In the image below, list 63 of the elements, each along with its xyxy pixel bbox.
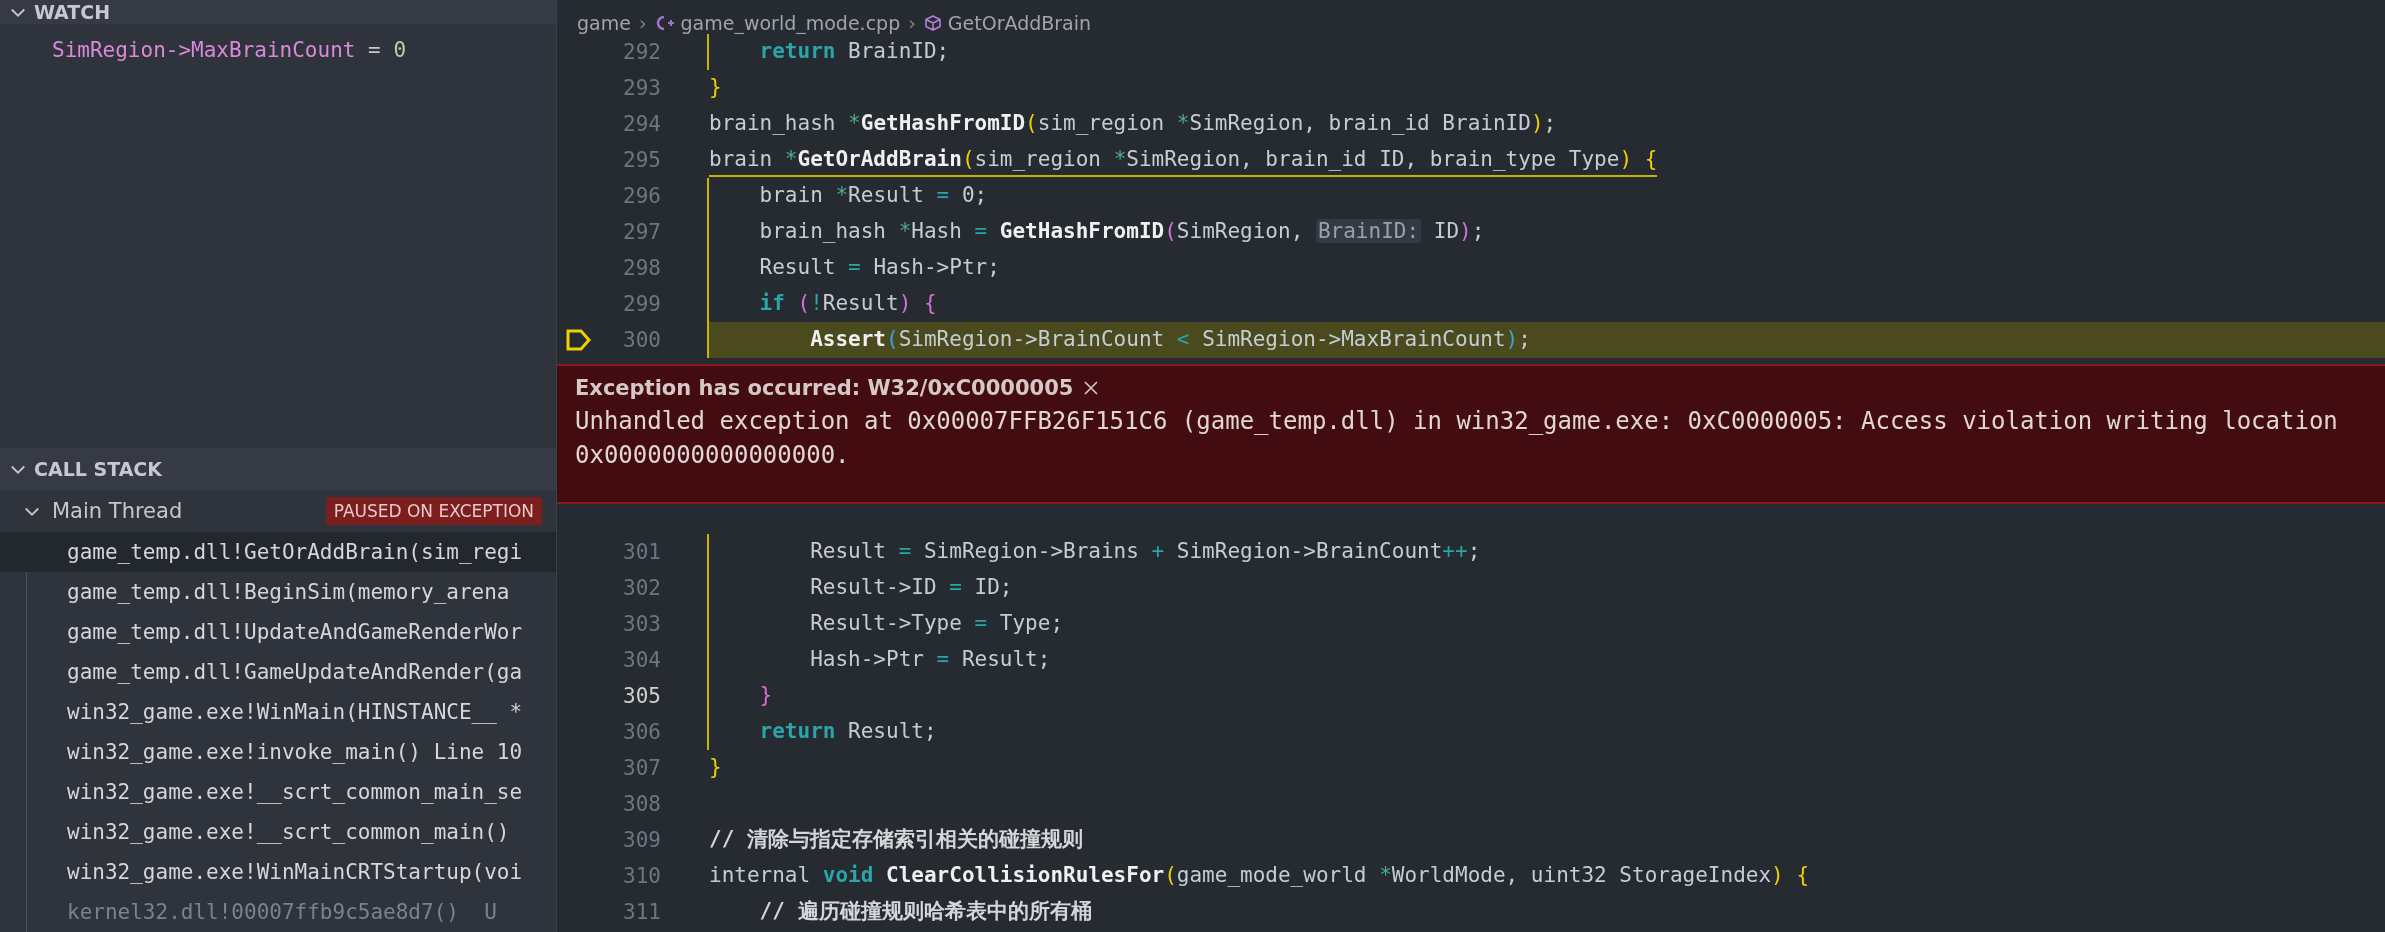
line-number: 307 [622, 755, 661, 782]
exception-message: Unhandled exception at 0x00007FFB26F151C6 (game_temp.dll) in win32_game.exe: 0xC0000005: Access violation writing location 0x0000000000000000. [575, 406, 2339, 471]
line-number: 297 [622, 219, 661, 246]
code-line: } [708, 754, 723, 781]
code-line: brain_hash *GetHashFromID(sim_region *SimRegion, brain_id BrainID); [708, 110, 1558, 137]
line-number: 306 [622, 719, 661, 746]
stack-frame[interactable]: game_temp.dll!UpdateAndGameRenderWor [27, 612, 556, 652]
section-title: WATCH [34, 1, 111, 23]
section-header[interactable]: CALL STACK [0, 448, 556, 490]
breadcrumb[interactable]: GetOrAddBrain [947, 12, 1092, 34]
code-line: brain *Result = 0; [707, 178, 2385, 214]
line-number: 296 [622, 183, 661, 210]
stack-frame[interactable]: game_temp.dll!GetOrAddBrain(sim_regi [0, 532, 556, 572]
line-number: 302 [622, 575, 661, 602]
section-title: CALL STACK [34, 458, 163, 480]
line-number: 309 [622, 827, 661, 854]
line-number: 310 [622, 863, 661, 890]
line-number: 311 [622, 899, 661, 926]
code-line: } [708, 74, 723, 101]
code-line: Hash->Ptr = Result; [707, 642, 2385, 678]
close-icon[interactable] [1083, 380, 1100, 396]
code-line: internal void ClearCollisionRulesFor(game_mode_world *WorldMode, uint32 StorageIndex) { [708, 862, 1811, 889]
code-line: Result->ID = ID; [707, 570, 2385, 606]
line-number: 300 [622, 327, 661, 354]
code-line: return Result; [707, 714, 2385, 750]
stack-frame[interactable]: win32_game.exe!__scrt_common_main() [27, 812, 556, 852]
code-line: brain *GetOrAddBrain(sim_region *SimRegion, brain_id ID, brain_type Type) { [707, 142, 2385, 178]
stack-frame[interactable]: win32_game.exe!WinMain(HINSTANCE__ * [27, 692, 556, 732]
breadcrumb-separator: › [908, 12, 916, 34]
stack-frame[interactable]: game_temp.dll!GameUpdateAndRender(ga [27, 652, 556, 692]
stack-frame[interactable]: game_temp.dll!BeginSim(memory_arena [27, 572, 556, 612]
breadcrumb-separator: › [638, 12, 647, 34]
stack-frame[interactable]: win32_game.exe!__scrt_common_main_se [27, 772, 556, 812]
thread-name[interactable]: Main Thread [52, 499, 316, 523]
code-line: brain_hash *Hash = GetHashFromID(SimRegion, BrainID: ID); [707, 214, 2385, 250]
line-number: 305 [622, 683, 661, 710]
line-number: 301 [622, 539, 661, 566]
exception-title: Exception has occurred: W32/0xC0000005 [575, 376, 1074, 400]
line-number: 308 [622, 791, 661, 818]
code-line: } [707, 678, 2385, 714]
line-number: 298 [622, 255, 661, 282]
status-badge: PAUSED ON EXCEPTION [325, 497, 542, 525]
code-line: return BrainID; [707, 34, 2385, 70]
line-number: 292 [622, 39, 661, 66]
section-header[interactable]: WATCH [0, 0, 556, 24]
code-line: Result = SimRegion->Brains + SimRegion->BrainCount++; [707, 534, 2385, 570]
breadcrumb[interactable]: game_world_mode.cpp [680, 12, 901, 34]
line-number: 299 [622, 291, 661, 318]
cube-icon [923, 14, 942, 32]
watch-expression[interactable]: SimRegion->MaxBrainCount = 0 [0, 32, 556, 68]
line-number: 295 [622, 147, 661, 174]
line-number: 303 [622, 611, 661, 638]
line-number: 294 [622, 111, 661, 138]
file-icon [654, 14, 675, 32]
code-line: // 清除与指定存储索引相关的碰撞规则 [708, 826, 1084, 853]
line-number: 293 [622, 75, 661, 102]
stack-frame[interactable]: win32_game.exe!WinMainCRTStartup(voi [27, 852, 556, 892]
breadcrumb[interactable]: game [577, 12, 631, 34]
code-line: Result->Type = Type; [707, 606, 2385, 642]
line-number: 304 [622, 647, 661, 674]
code-line: // 遍历碰撞规则哈希表中的所有桶 [758, 898, 1093, 925]
code-line: Result = Hash->Ptr; [707, 250, 2385, 286]
stack-frame[interactable]: win32_game.exe!invoke_main() Line 10 [27, 732, 556, 772]
